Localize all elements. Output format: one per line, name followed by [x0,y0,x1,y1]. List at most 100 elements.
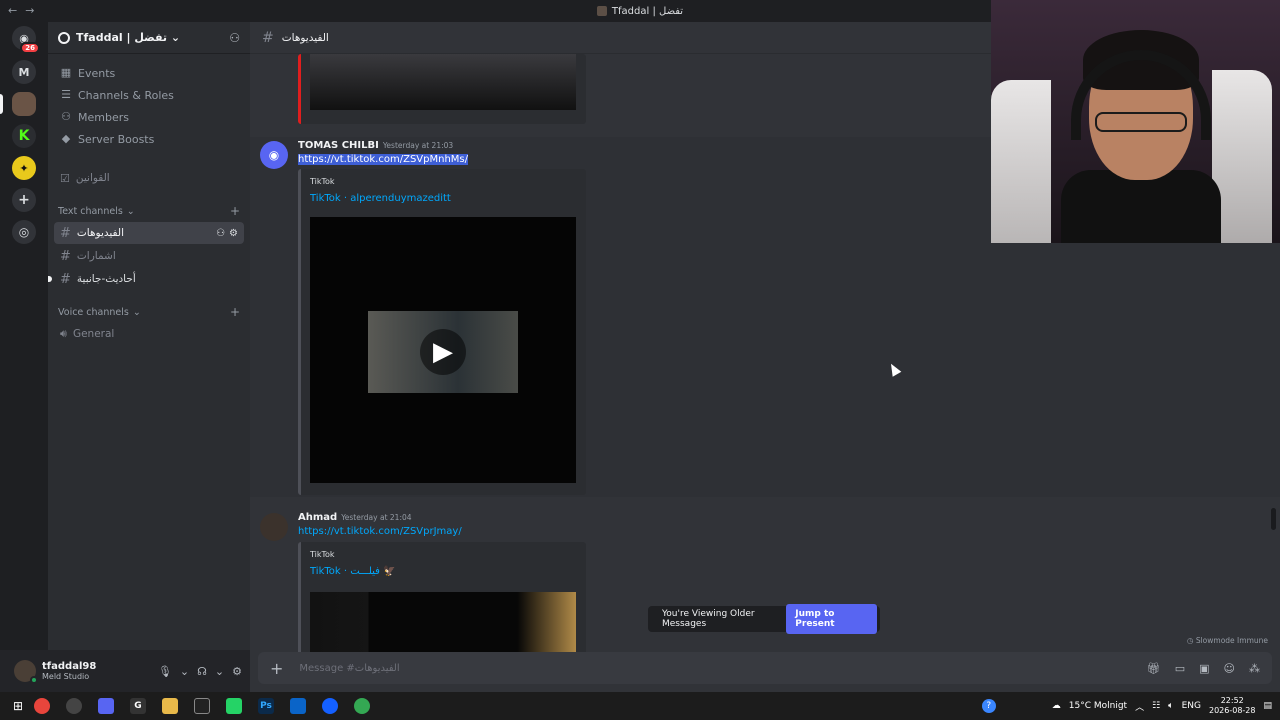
sticker-icon[interactable]: ▣ [1199,662,1209,675]
message-timestamp: Yesterday at 21:03 [382,141,454,150]
clock[interactable]: 22:52 2026-08-28 [1209,696,1256,716]
network-icon[interactable]: ☷ [1152,701,1160,711]
notification-icon[interactable]: ▤ [1263,701,1272,711]
forward-icon[interactable]: → [25,4,34,17]
message-link[interactable]: https://vt.tiktok.com/ZSVprJmay/ [298,526,462,537]
menu-label: Members [78,110,129,124]
weather-text[interactable]: 15°C Molnigt [1069,701,1127,711]
link-embed: TikTok TikTok · فيلـــت 🦅 [298,542,586,662]
discover-icon[interactable]: ◎ [12,220,36,244]
video-player[interactable] [310,592,576,652]
guild-name: Tfaddal | تفضل ⌄ [76,31,181,44]
capcut-icon[interactable] [194,698,210,714]
embed-title[interactable]: TikTok · alperenduymazeditt [310,193,451,204]
link-embed: TikTok TikTok · alperenduymazeditt ▶ [298,169,586,495]
avatar[interactable] [260,513,288,541]
guild-header[interactable]: Tfaddal | تفضل ⌄ ⚇ [48,22,250,54]
add-channel-icon[interactable]: + [230,204,240,218]
slowmode-indicator: ◷ Slowmode Immune [1186,636,1268,645]
message-input[interactable]: Message #الفيديوهات [299,663,399,674]
menu-members[interactable]: ⚇ Members [48,106,250,128]
play-icon[interactable]: ▶ [420,329,466,375]
activity-status: Meld Studio [42,672,90,681]
folder-icon[interactable] [162,698,178,714]
photoshop-icon[interactable]: Ps [258,698,274,714]
older-messages-notice: You're Viewing Older Messages [662,609,755,629]
app-g-icon[interactable]: G [130,698,146,714]
app-o-icon[interactable] [322,698,338,714]
headphones-icon[interactable]: ☊ [197,665,207,678]
clock-icon: ◷ [1186,636,1194,645]
app-blue-icon[interactable] [290,698,306,714]
scrollbar[interactable] [1271,508,1276,530]
menu-label: Events [78,66,116,80]
channel-side-talk[interactable]: # أحاديث-جانبية [48,268,244,290]
jump-to-present-button[interactable]: Jump to Present [786,604,877,634]
volume-icon[interactable]: 🔈︎ [1168,701,1173,711]
chevron-down-icon[interactable]: ⌄ [215,665,224,678]
chrome-alt-icon[interactable] [354,698,370,714]
category-text-channels[interactable]: Text channels ⌄ + [48,201,250,221]
add-channel-icon[interactable]: + [230,305,240,319]
attach-plus-icon[interactable]: + [270,659,283,678]
message-author[interactable]: Ahmad Yesterday at 21:04 [298,512,412,523]
windows-start-icon[interactable]: ⊞ [10,699,26,713]
speaker-icon: 🔊︎ [60,327,67,340]
taskbar: ⊞ G Ps ? ☁ 15°C Molnigt ︿ ☷ 🔈︎ ENG 22:52… [0,692,1280,720]
embed-thumbnail[interactable] [310,54,576,110]
channel-videos[interactable]: # الفيديوهات ⚇ ⚙ [54,222,244,244]
chrome-icon[interactable] [34,698,50,714]
apps-icon[interactable]: ⁂ [1249,662,1260,675]
weather-icon: ☁ [1051,701,1061,711]
gif-icon[interactable]: ▭ [1175,662,1185,675]
unread-badge: 26 [20,42,40,54]
help-icon[interactable]: ? [981,699,996,713]
video-player[interactable]: ▶ [310,217,576,483]
language-indicator[interactable]: ENG [1182,701,1201,711]
channel-hints[interactable]: # اشمارات [54,245,244,267]
invite-icon[interactable]: ⚇ [229,31,240,45]
category-voice-channels[interactable]: Voice channels ⌄ + [48,302,250,322]
embed-title[interactable]: TikTok · فيلـــت 🦅 [310,566,396,577]
list-icon: ☰ [61,88,71,101]
channel-title: الفيديوهات [281,31,329,44]
message-link[interactable]: https://vt.tiktok.com/ZSVpMnhMs/ [298,154,468,165]
channel-label: أحاديث-جانبية [76,273,136,285]
selected-pill [0,94,3,114]
streamer-body [1061,170,1221,243]
server-tfaddal[interactable] [12,92,36,116]
emoji-icon[interactable]: ☺ [1224,662,1235,675]
server-yellow[interactable]: ✦ [12,156,36,180]
channel-rules[interactable]: ☑ القوانين [54,167,244,189]
direct-messages-button[interactable]: ◉ 26 [12,26,40,54]
settings-gear-icon[interactable]: ⚙ [232,665,242,678]
message-composer[interactable]: + Message #الفيديوهات 🎁︎ ▭ ▣ ☺ ⁂ [258,652,1272,684]
boost-icon: ◆ [61,132,71,145]
server-m[interactable]: M [12,60,36,84]
avatar[interactable] [14,660,38,684]
avatar[interactable]: ◉ [260,141,288,169]
username: tfaddal98 [42,661,97,672]
gift-icon[interactable]: 🎁︎ [1147,662,1161,675]
add-server-icon[interactable]: + [12,188,36,212]
gear-icon[interactable]: ⚙ [229,228,238,239]
discord-taskbar-icon[interactable] [98,698,114,714]
menu-server-boosts[interactable]: ◆ Server Boosts [48,128,250,150]
menu-events[interactable]: ▦ Events [48,62,250,84]
tray-chevron-icon[interactable]: ︿ [1135,700,1144,713]
whatsapp-icon[interactable] [226,698,242,714]
chevron-down-icon[interactable]: ⌄ [180,665,189,678]
members-icon: ⚇ [61,110,71,123]
menu-channels-roles[interactable]: ☰ Channels & Roles [48,84,250,106]
window-title: Tfaddal | تفضل [611,5,684,17]
microphone-icon[interactable]: 🎙︎ [158,665,172,678]
server-kick[interactable]: K [12,124,36,148]
voice-channel-general[interactable]: 🔊︎ General [54,323,244,345]
obs-icon[interactable] [66,698,82,714]
back-icon[interactable]: ← [8,4,17,17]
calendar-icon: ▦ [60,66,72,79]
invite-member-icon[interactable]: ⚇ [216,228,225,239]
message-timestamp: Yesterday at 21:04 [341,513,412,522]
category-label: Text channels [58,205,123,217]
message-author[interactable]: TOMAS CHILBI Yesterday at 21:03 [298,140,453,151]
